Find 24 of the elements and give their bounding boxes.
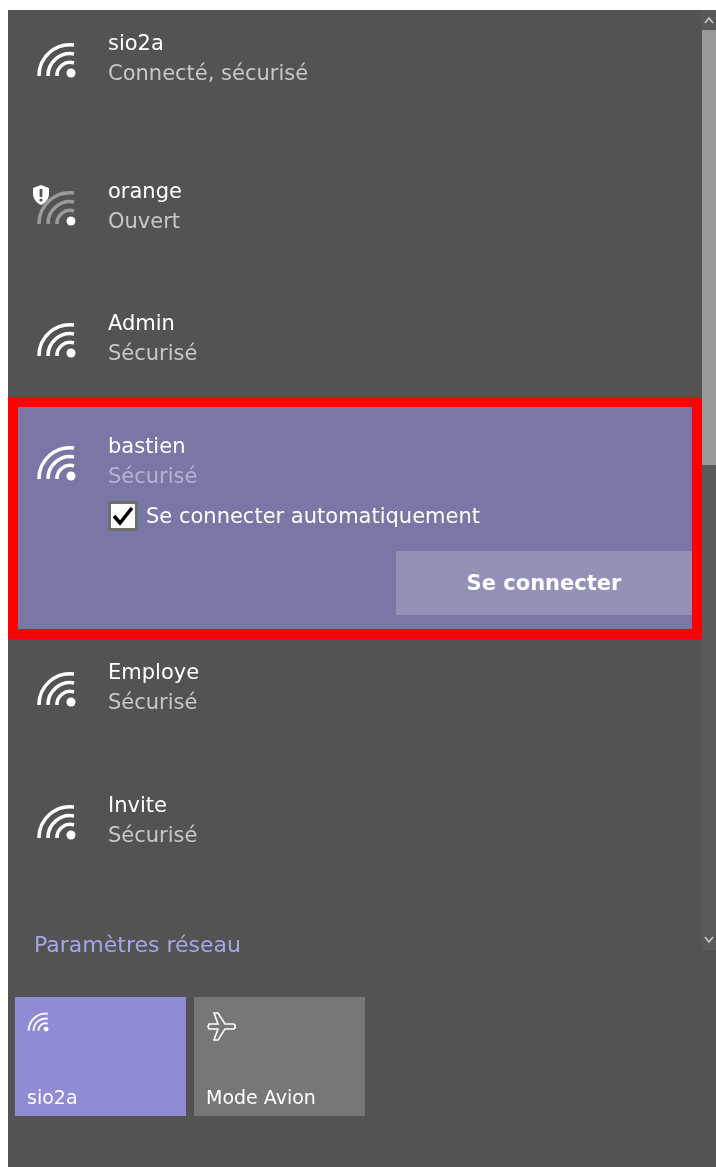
- scrollbar[interactable]: [702, 10, 716, 950]
- network-name[interactable]: bastien: [108, 431, 480, 461]
- tile-label: Mode Avion: [206, 1086, 317, 1108]
- network-name[interactable]: sio2a: [108, 28, 309, 58]
- shield-warning-icon: [32, 184, 50, 206]
- network-name[interactable]: Admin: [108, 308, 198, 338]
- network-status: Ouvert: [108, 208, 182, 235]
- network-name[interactable]: Invite: [108, 790, 198, 820]
- tile-label: sio2a: [27, 1086, 79, 1108]
- network-status: Sécurisé: [108, 340, 198, 367]
- network-status: Sécurisé: [108, 822, 198, 849]
- network-settings-link[interactable]: Paramètres réseau: [34, 932, 241, 957]
- network-status: Sécurisé: [108, 463, 199, 490]
- wifi-icon: [27, 1011, 51, 1033]
- network-status: Sécurisé: [108, 689, 199, 716]
- network-name[interactable]: orange: [108, 176, 182, 206]
- checkbox[interactable]: [108, 501, 138, 531]
- quick-action-tile[interactable]: Mode Avion: [194, 997, 365, 1116]
- airplane-icon: [206, 1011, 238, 1043]
- network-status: Connecté, sécurisé: [108, 60, 309, 87]
- network-name[interactable]: Employe: [108, 657, 200, 687]
- connect-button[interactable]: Se connecter: [396, 551, 692, 615]
- checkbox-label[interactable]: Se connecter automatiquement: [146, 504, 480, 528]
- quick-action-tile[interactable]: sio2a: [15, 997, 186, 1116]
